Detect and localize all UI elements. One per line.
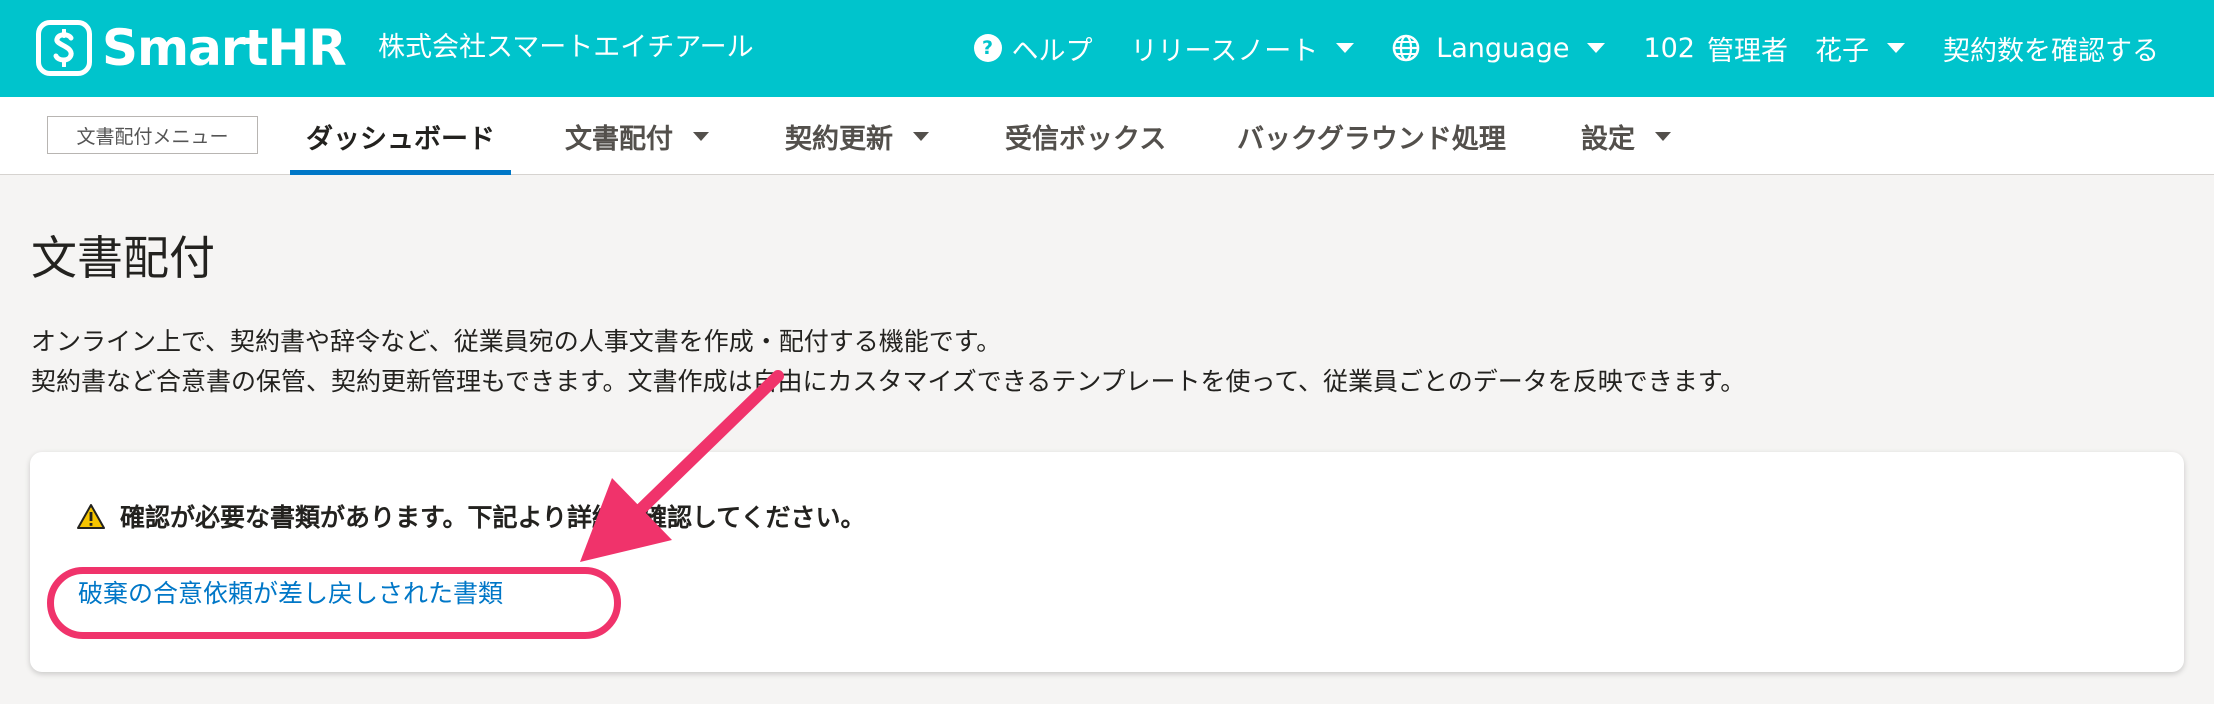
check-contracts-label: 契約数を確認する bbox=[1943, 35, 2159, 67]
alert-message: 確認が必要な書類があります。下記より詳細を確認してください。 bbox=[76, 498, 866, 534]
smarthr-logo-icon bbox=[36, 20, 92, 76]
chevron-down-icon bbox=[913, 131, 929, 141]
tab-label: ダッシュボード bbox=[306, 123, 495, 155]
chevron-down-icon bbox=[1587, 43, 1606, 53]
rejected-documents-link[interactable]: 破棄の合意依頼が差し戻しされた書類 bbox=[78, 574, 503, 610]
user-name: 管理者 花子 bbox=[1707, 35, 1869, 67]
help-label: ヘルプ bbox=[1011, 35, 1093, 67]
language-menu[interactable]: Language bbox=[1392, 32, 1606, 64]
globe-icon bbox=[1392, 34, 1420, 62]
description-line: 契約書など合意書の保管、契約更新管理もできます。文書作成は自由にカスタマイズでき… bbox=[31, 367, 1746, 396]
chevron-down-icon bbox=[1336, 43, 1355, 53]
brand-logo[interactable]: SmartHR bbox=[36, 18, 347, 78]
user-menu[interactable]: 102 管理者 花子 bbox=[1643, 29, 1905, 68]
header-nav: ? ヘルプ リリースノート Language 102 管理者 花子 契約数を確認… bbox=[973, 26, 2159, 70]
help-link[interactable]: ? ヘルプ bbox=[973, 29, 1093, 68]
chevron-down-icon bbox=[1887, 43, 1905, 53]
tab-label: 文書配付 bbox=[565, 123, 673, 155]
user-number: 102 bbox=[1643, 32, 1695, 64]
release-notes-menu[interactable]: リリースノート bbox=[1131, 29, 1355, 68]
tab-label: 契約更新 bbox=[785, 123, 893, 155]
tab-label: 受信ボックス bbox=[1005, 123, 1167, 155]
tab-dashboard[interactable]: ダッシュボード bbox=[290, 97, 511, 175]
page-title: 文書配付 bbox=[31, 231, 215, 285]
tab-document-distribution[interactable]: 文書配付 bbox=[565, 97, 709, 175]
help-icon: ? bbox=[973, 34, 1002, 62]
sub-nav: 文書配付メニュー ダッシュボード 文書配付 契約更新 受信ボックス バックグラウ… bbox=[0, 97, 2214, 175]
alert-text: 確認が必要な書類があります。下記より詳細を確認してください。 bbox=[120, 503, 866, 532]
alert-card: 確認が必要な書類があります。下記より詳細を確認してください。 破棄の合意依頼が差… bbox=[30, 452, 2184, 672]
tab-settings[interactable]: 設定 bbox=[1581, 97, 1671, 175]
tab-background-processing[interactable]: バックグラウンド処理 bbox=[1237, 97, 1506, 175]
tab-inbox[interactable]: 受信ボックス bbox=[1005, 97, 1166, 175]
company-name: 株式会社スマートエイチアール bbox=[378, 32, 754, 63]
warning-icon bbox=[76, 503, 106, 530]
language-label: Language bbox=[1436, 32, 1570, 64]
tab-label: 設定 bbox=[1581, 123, 1635, 155]
chevron-down-icon bbox=[1655, 131, 1671, 141]
description-line: オンライン上で、契約書や辞令など、従業員宛の人事文書を作成・配付する機能です。 bbox=[31, 327, 1002, 356]
menu-label: 文書配付メニュー bbox=[47, 116, 258, 154]
check-contracts-link[interactable]: 契約数を確認する bbox=[1943, 29, 2159, 68]
top-header: SmartHR 株式会社スマートエイチアール ? ヘルプ リリースノート Lan… bbox=[0, 0, 2214, 97]
chevron-down-icon bbox=[693, 131, 709, 141]
page-description: オンライン上で、契約書や辞令など、従業員宛の人事文書を作成・配付する機能です。 … bbox=[31, 322, 1745, 402]
release-notes-label: リリースノート bbox=[1130, 35, 1319, 67]
brand-name: SmartHR bbox=[102, 19, 347, 77]
tab-contract-renewal[interactable]: 契約更新 bbox=[785, 97, 929, 175]
tab-label: バックグラウンド処理 bbox=[1237, 123, 1506, 155]
